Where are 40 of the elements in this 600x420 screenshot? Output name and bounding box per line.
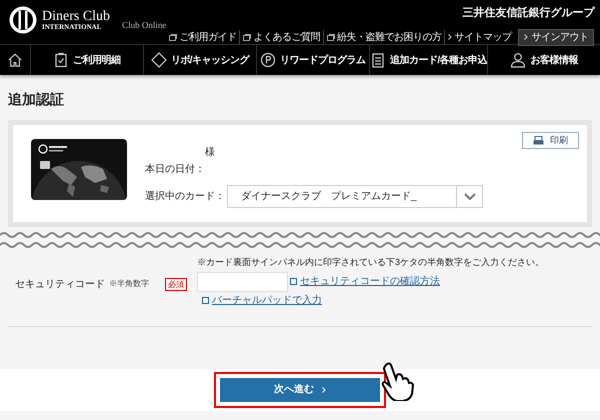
window-icon: [169, 34, 178, 40]
field-hint: ※半角数字: [109, 278, 149, 290]
nav-tab[interactable]: リワードプログラム: [256, 45, 370, 75]
help-link[interactable]: セキュリティコードの確認方法: [290, 274, 440, 288]
card-select[interactable]: ダイナースクラブ プレミアムカード_: [227, 185, 483, 208]
home-icon: [8, 53, 22, 67]
virtual-pad-link[interactable]: バーチャルパッドで入力: [202, 292, 322, 308]
printer-icon: [533, 136, 544, 145]
points-icon: [260, 52, 276, 68]
chevron-right-icon: [524, 34, 528, 40]
nav-tab[interactable]: お客様情報: [488, 45, 600, 75]
nav-tab[interactable]: リボ/キャッシング: [144, 45, 257, 75]
chevron-right-icon: [322, 386, 326, 392]
honorific: 様: [205, 146, 216, 160]
field-label: セキュリティコード: [15, 278, 105, 292]
chevron-down-icon: [464, 192, 476, 200]
chevron-right-icon: [448, 34, 452, 40]
input-note: ※カード裏面サインパネル内に印字されている下3ケタの半角数字をご入力ください。: [197, 256, 546, 269]
clipboard-icon: [53, 52, 70, 68]
form-icon: [370, 52, 386, 68]
print-button[interactable]: 印刷: [522, 132, 579, 149]
group-name: 三井住友信託銀行グループ: [462, 6, 594, 21]
header-link[interactable]: ご利用ガイド: [166, 30, 240, 44]
card-label: 選択中のカード：: [145, 190, 226, 204]
external-link-icon: [290, 278, 297, 284]
next-button[interactable]: 次へ進む: [220, 378, 380, 402]
person-icon: [510, 52, 526, 68]
nav-tab[interactable]: ご利用明細: [31, 45, 144, 75]
date-label: 本日の日付：: [145, 162, 206, 177]
required-tag: 必須: [165, 278, 187, 290]
security-code-input[interactable]: [197, 272, 288, 292]
external-link-icon: [202, 296, 209, 304]
page-title: 追加認証: [7, 90, 65, 109]
signout-button[interactable]: サインアウト: [518, 28, 594, 46]
nav-tab[interactable]: 追加カード/各種お申込: [370, 45, 488, 75]
service-name: Club Online: [122, 19, 166, 32]
logo-icon: [8, 5, 38, 35]
window-icon: [243, 34, 252, 40]
logo-text: Diners Club: [42, 10, 110, 24]
window-icon: [326, 34, 335, 40]
